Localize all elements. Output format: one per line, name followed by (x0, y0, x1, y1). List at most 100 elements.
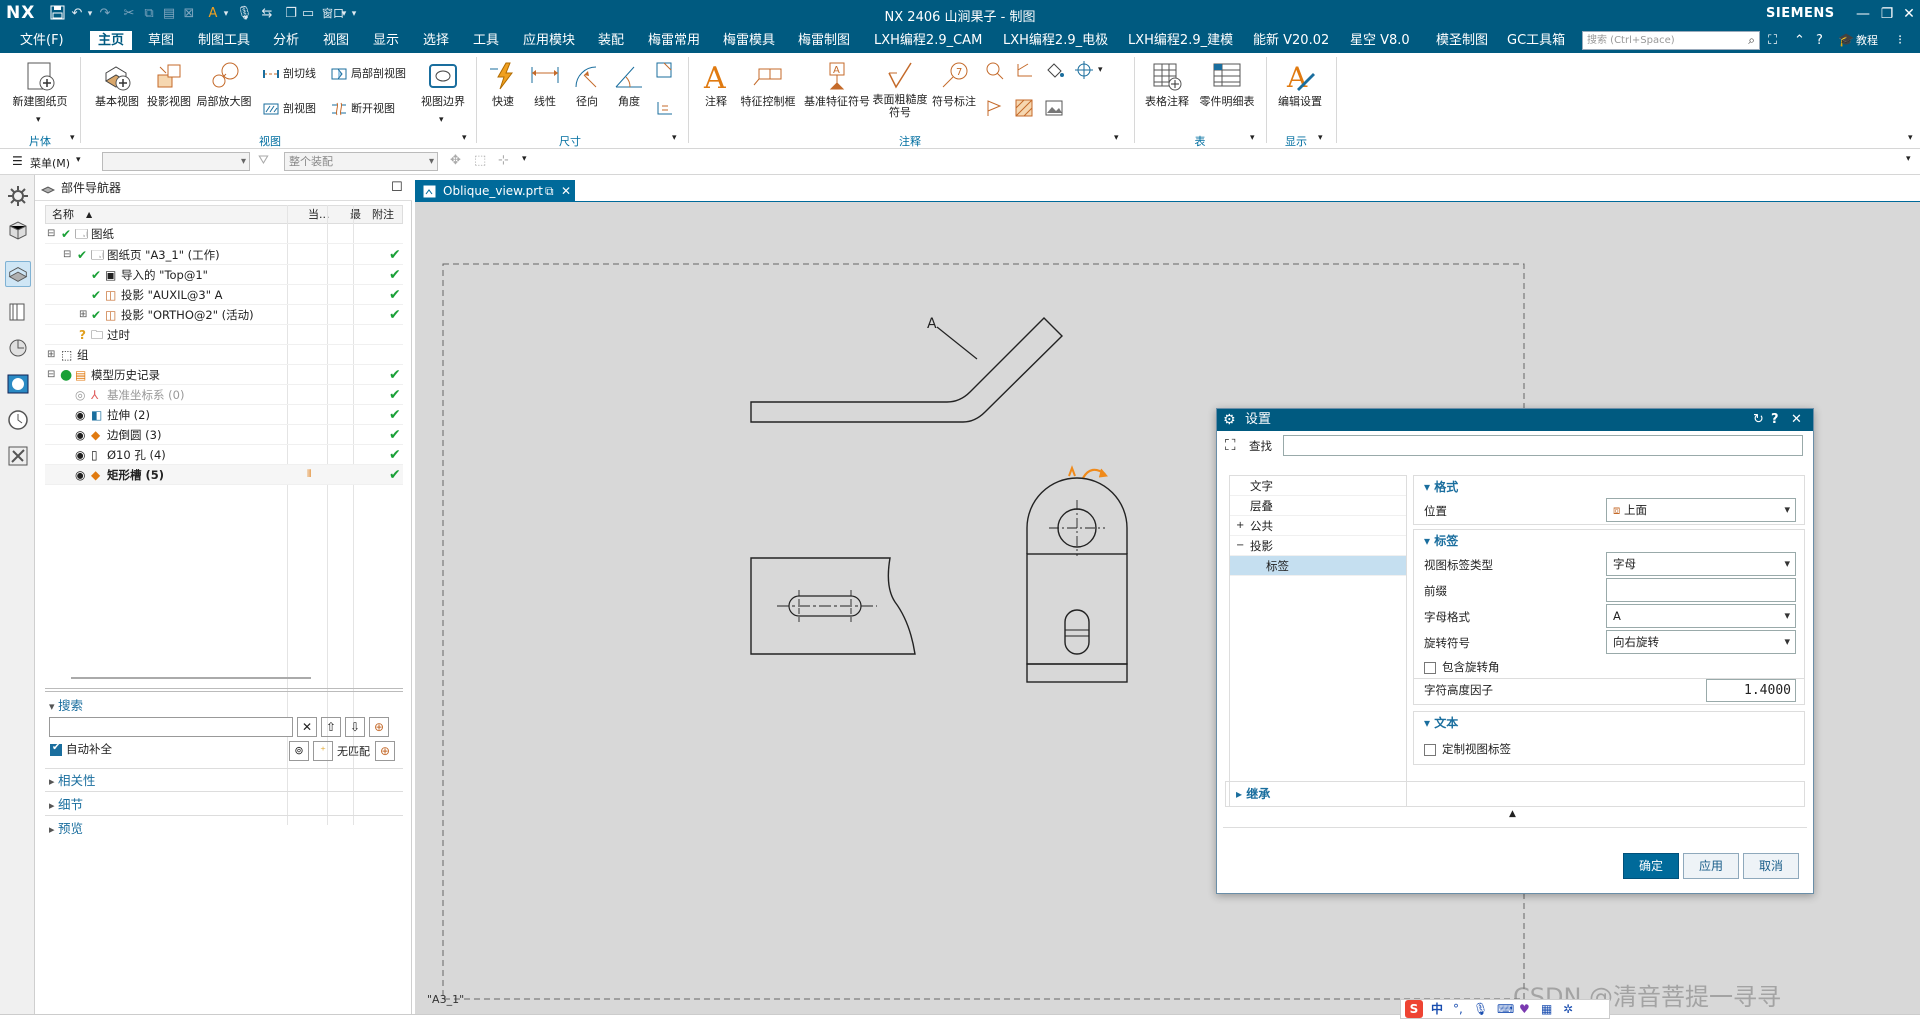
local-section-button[interactable]: 局部剖视图 (330, 63, 406, 85)
tree-row-imported-view[interactable]: ✔ ▣ 导入的 "Top@1" ✔ (45, 265, 403, 285)
tutorial-link[interactable]: 教程 (1856, 32, 1878, 49)
tab-mosheng[interactable]: 模圣制图 (1436, 32, 1488, 49)
fill-button[interactable] (1044, 59, 1069, 81)
tab-tools[interactable]: 工具 (473, 32, 499, 49)
history-icon[interactable] (5, 335, 31, 361)
close-window-button[interactable]: ✕ (1898, 4, 1920, 24)
section-line-button[interactable]: 剖切线 (262, 63, 316, 85)
tab-display[interactable]: 显示 (373, 32, 399, 49)
search-scope-icon[interactable]: ⊚ (289, 741, 309, 761)
tab-select[interactable]: 选择 (423, 32, 449, 49)
dialog-title-bar[interactable]: ⚙ 设置 ↻ ? ✕ (1217, 409, 1813, 431)
image-button[interactable] (1044, 97, 1069, 119)
hatch-button[interactable] (1014, 97, 1039, 119)
scope-combo[interactable]: 整个装配 (284, 152, 438, 171)
feature-control-frame-button[interactable]: 特征控制框 (738, 59, 798, 109)
tab-sketch[interactable]: 草图 (148, 32, 174, 49)
tab-lxh-cam[interactable]: LXH编程2.9_CAM (874, 32, 982, 49)
search-options-icon[interactable]: ⊕ (369, 717, 389, 737)
tree-row-drawing[interactable]: ⊟ ✔ 🗔 图纸 (45, 224, 403, 244)
dependencies-section[interactable]: 相关性 (49, 772, 96, 791)
tabular-note-button[interactable]: 表格注释 (1140, 59, 1194, 109)
tab-lxh-modeling[interactable]: LXH编程2.9_建模 (1128, 32, 1233, 49)
filter-reset-icon[interactable]: ⛛ (258, 153, 269, 168)
column-note[interactable]: 附注 (372, 206, 394, 223)
collapse-more-icon[interactable]: ▲ (1509, 809, 1516, 819)
tab-home[interactable]: 主页 (90, 31, 133, 50)
chamfer-dimension-button[interactable] (654, 59, 679, 81)
ime-language[interactable]: 中 (1431, 1000, 1443, 1018)
collapse-ribbon-icon[interactable]: ⌃ (1794, 32, 1805, 49)
search-highlight-icon[interactable]: ⁺ (313, 741, 333, 761)
dialog-help-icon[interactable]: ? (1771, 409, 1779, 431)
dimension-group-dropdown-icon[interactable]: ▾ (672, 133, 677, 143)
break-view-button[interactable]: 断开视图 (330, 98, 395, 120)
tab-application[interactable]: 应用模块 (523, 32, 575, 49)
tree-row-sheet[interactable]: ⊟ ✔ 🗔 图纸页 "A3_1" (工作) ✔ (45, 245, 403, 265)
tab-gc-toolbox[interactable]: GC工具箱 (1507, 32, 1565, 49)
view-border-dropdown-icon[interactable]: ▾ (439, 115, 444, 125)
view-border-button[interactable]: 视图边界 (415, 59, 471, 109)
menu-file[interactable]: 文件(F) (20, 32, 64, 49)
letter-format-select[interactable]: A (1606, 604, 1796, 628)
eye-icon[interactable]: ◉ (75, 405, 85, 425)
custom-label-checkbox[interactable] (1424, 744, 1436, 756)
tab-meilei-common[interactable]: 梅雷常用 (648, 32, 700, 49)
eye-icon[interactable]: ◉ (75, 465, 85, 485)
hidden-eye-icon[interactable]: ◎ (75, 385, 85, 405)
settings-gear-icon[interactable] (5, 183, 31, 209)
minimize-button[interactable]: — (1852, 4, 1874, 24)
tree-row-hole[interactable]: ◉ ▯ Ø10 孔 (4) ✔ (45, 445, 403, 465)
type-filter-combo[interactable] (102, 152, 250, 171)
document-tab[interactable]: Oblique_view.prt ⧉ ✕ (415, 180, 575, 202)
sogou-icon[interactable]: S (1405, 1000, 1423, 1018)
select-feature-icon[interactable]: ⬚ (474, 153, 486, 168)
projected-view-button[interactable]: 投影视图 (141, 59, 197, 109)
reuse-library-icon[interactable] (5, 299, 31, 325)
edit-settings-button[interactable]: A 编辑设置 (1272, 59, 1328, 109)
annotation-group-dropdown-icon[interactable]: ▾ (1114, 133, 1119, 143)
collapse-toggle-icon[interactable]: ⊟ (63, 245, 71, 265)
linear-dimension-button[interactable]: 线性 (524, 59, 566, 109)
search-up-icon[interactable]: ⇧ (321, 717, 341, 737)
tree-row-group[interactable]: ⊞ ⬚ 组 (45, 345, 403, 365)
ok-button[interactable]: 确定 (1623, 853, 1679, 879)
tab-lxh-electrode[interactable]: LXH编程2.9_电极 (1003, 32, 1108, 49)
target-dropdown-icon[interactable]: ▾ (1098, 65, 1103, 75)
ribbon-options-icon[interactable]: ▾ (1908, 133, 1913, 143)
navigator-search-input[interactable] (49, 717, 293, 737)
find-input[interactable] (1283, 435, 1803, 456)
collapse-toggle-icon[interactable]: ⊟ (47, 224, 55, 244)
surface-finish-button[interactable]: 表面粗糙度符号 (872, 59, 928, 119)
auxiliary-view-geometry[interactable] (750, 317, 1063, 423)
tree-item-text[interactable]: 文字 (1230, 476, 1406, 496)
command-search-input[interactable]: 搜索 (Ctrl+Space) ⌕ (1582, 31, 1760, 50)
new-sheet-dropdown-icon[interactable]: ▾ (36, 115, 41, 125)
search-icon[interactable]: ⌕ (1748, 32, 1755, 49)
tree-item-common[interactable]: + 公共 (1230, 516, 1406, 536)
tree-row-extrude[interactable]: ◉ ◧ 拉伸 (2) ✔ (45, 405, 403, 425)
expand-toggle-icon[interactable]: ⊞ (47, 345, 55, 365)
text-section-header[interactable]: ▾ 文本 (1424, 714, 1458, 732)
tree-row-auxiliary-view[interactable]: ✔ ◫ 投影 "AUXIL@3" A ✔ (45, 285, 403, 305)
tab-nengxin[interactable]: 能新 V20.02 (1253, 32, 1329, 49)
ime-voice-icon[interactable]: 🎙 (1473, 1000, 1488, 1018)
collapse-toggle-icon[interactable]: − (1236, 536, 1244, 556)
menu-dropdown-icon[interactable]: ▾ (76, 155, 81, 165)
tab-pin-icon[interactable]: ⧉ (545, 180, 554, 202)
menu-list-icon[interactable]: ☰ (12, 154, 23, 168)
weld-symbol-button[interactable] (1014, 59, 1039, 81)
tab-view[interactable]: 视图 (323, 32, 349, 49)
snap-point-icon[interactable]: ✥ (450, 153, 461, 168)
tab-assembly[interactable]: 装配 (598, 32, 624, 49)
front-view-geometry[interactable] (1026, 477, 1128, 683)
target-point-button[interactable] (1074, 59, 1099, 81)
eye-icon[interactable]: ◉ (75, 425, 85, 445)
inherit-section-header[interactable]: ▸ 继承 (1236, 785, 1270, 803)
eye-icon[interactable]: ◉ (75, 445, 85, 465)
position-select[interactable]: ⧈ 上面 (1606, 498, 1796, 522)
horizontal-scrollbar[interactable] (71, 677, 311, 679)
prefix-input[interactable] (1606, 578, 1796, 602)
column-latest[interactable]: 最 (350, 206, 361, 223)
column-name[interactable]: 名称 (52, 206, 74, 223)
